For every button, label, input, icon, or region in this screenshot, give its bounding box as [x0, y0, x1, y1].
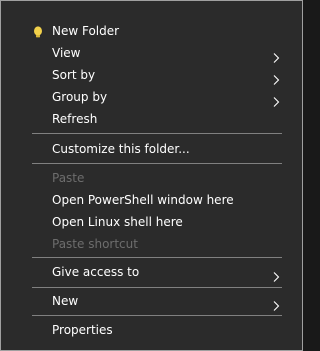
menu-item-label: Group by — [52, 90, 108, 104]
menu-separator — [32, 133, 282, 134]
chevron-right-icon — [272, 296, 280, 311]
menu-item-label: New — [52, 294, 79, 308]
menu-item-view[interactable]: View — [1, 42, 302, 64]
bulb-icon — [31, 24, 45, 38]
menu-item-open-linux-shell[interactable]: Open Linux shell here — [1, 211, 302, 233]
menu-item-label: Sort by — [52, 68, 96, 82]
chevron-right-icon — [272, 267, 280, 282]
menu-item-label: Refresh — [52, 112, 98, 126]
menu-item-label: Customize this folder... — [52, 142, 190, 156]
menu-item-open-powershell[interactable]: Open PowerShell window here — [1, 189, 302, 211]
menu-item-sort-by[interactable]: Sort by — [1, 64, 302, 86]
menu-item-label: Properties — [52, 323, 113, 337]
menu-item-label: Paste shortcut — [52, 237, 138, 251]
menu-item-new-folder[interactable]: New Folder — [1, 20, 302, 42]
chevron-right-icon — [272, 70, 280, 85]
menu-item-properties[interactable]: Properties — [1, 319, 302, 341]
menu-item-label: Give access to — [52, 265, 140, 279]
menu-item-label: Open Linux shell here — [52, 215, 183, 229]
menu-separator — [32, 163, 282, 164]
menu-item-paste-shortcut: Paste shortcut — [1, 233, 302, 255]
menu-item-label: New Folder — [52, 24, 120, 38]
menu-separator — [32, 257, 282, 258]
context-menu: New Folder View Sort by Group by Refresh… — [0, 0, 303, 351]
menu-separator — [32, 287, 282, 288]
menu-separator — [32, 315, 282, 316]
menu-item-group-by[interactable]: Group by — [1, 86, 302, 108]
menu-item-label: Open PowerShell window here — [52, 193, 234, 207]
chevron-right-icon — [272, 92, 280, 107]
chevron-right-icon — [272, 48, 280, 63]
menu-item-label: Paste — [52, 171, 85, 185]
menu-item-give-access[interactable]: Give access to — [1, 261, 302, 283]
menu-item-paste: Paste — [1, 167, 302, 189]
menu-item-label: View — [52, 46, 81, 60]
menu-item-new[interactable]: New — [1, 290, 302, 312]
menu-item-customize-folder[interactable]: Customize this folder... — [1, 138, 302, 160]
menu-item-refresh[interactable]: Refresh — [1, 108, 302, 130]
